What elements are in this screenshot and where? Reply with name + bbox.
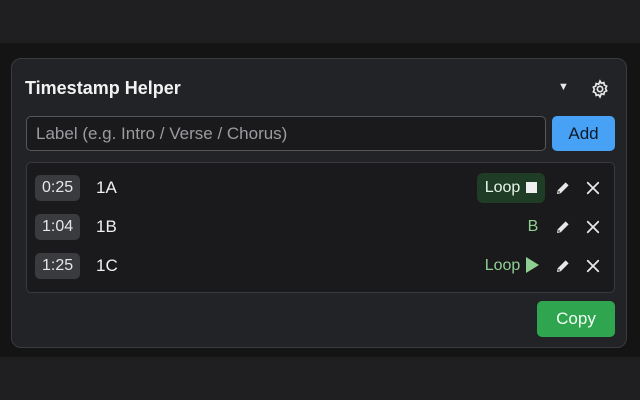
timestamp-label: 1B <box>96 217 117 236</box>
table-row: 0:25 1A Loop <box>27 172 614 204</box>
close-icon[interactable] <box>584 257 602 275</box>
label-input[interactable] <box>26 116 546 151</box>
timestamp-time[interactable]: 1:25 <box>35 253 81 279</box>
gear-icon[interactable] <box>590 79 610 99</box>
timestamp-time[interactable]: 1:04 <box>35 214 81 240</box>
table-row: 1:25 1C Loop <box>27 250 614 282</box>
copy-button[interactable]: Copy <box>537 301 615 337</box>
loop-label: Loop <box>484 257 521 274</box>
pencil-icon[interactable] <box>554 257 572 275</box>
add-button[interactable]: Add <box>552 116 615 151</box>
play-icon <box>526 257 540 273</box>
bottom-bar <box>0 357 640 400</box>
caret-down-icon[interactable]: ▼ <box>558 81 569 93</box>
timestamp-time[interactable]: 0:25 <box>35 175 81 201</box>
loop-label: Loop <box>484 179 521 196</box>
loop-button[interactable]: Loop <box>479 251 545 281</box>
pencil-icon[interactable] <box>554 179 572 197</box>
timestamp-list: 0:25 1A Loop 1:04 1B B 1:25 1C Loop <box>26 162 615 293</box>
pencil-icon[interactable] <box>554 218 572 236</box>
loop-end-marker[interactable]: B <box>522 212 544 242</box>
loop-button[interactable]: Loop <box>477 173 545 203</box>
close-icon[interactable] <box>584 218 602 236</box>
timestamp-label: 1C <box>96 256 118 275</box>
timestamp-label: 1A <box>96 178 117 197</box>
panel-title: Timestamp Helper <box>25 78 181 98</box>
top-bar <box>0 0 640 43</box>
stop-icon <box>526 182 538 193</box>
timestamp-helper-panel: Timestamp Helper ▼ Add 0:25 1A Loop 1:04… <box>11 58 627 348</box>
table-row: 1:04 1B B <box>27 211 614 243</box>
close-icon[interactable] <box>584 179 602 197</box>
